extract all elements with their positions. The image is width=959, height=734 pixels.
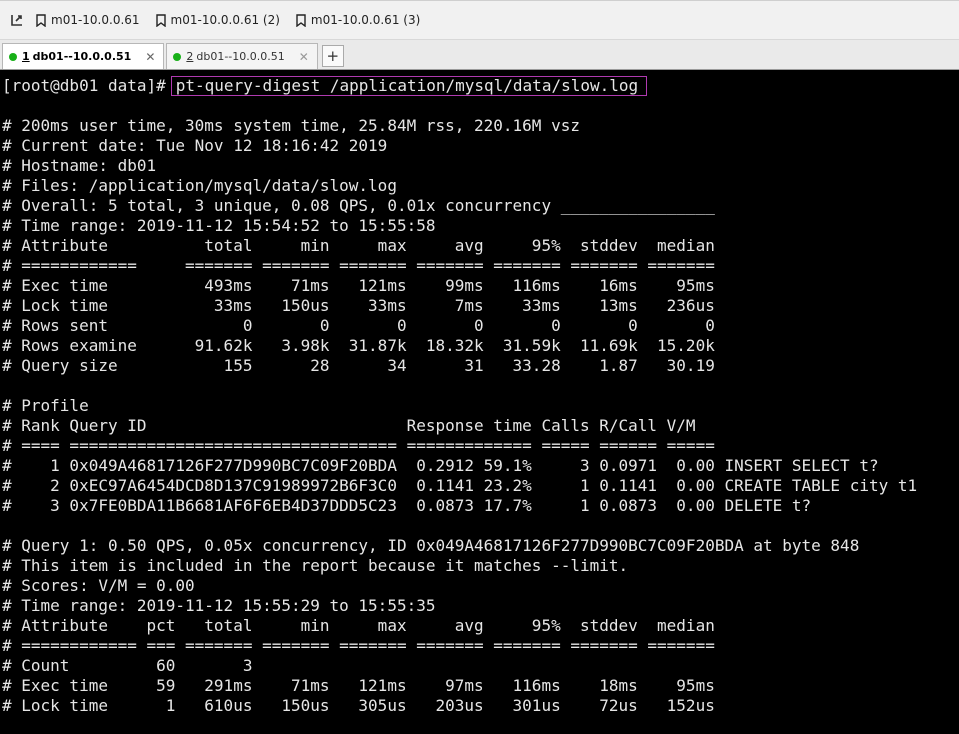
tab-label: db01--10.0.0.51 xyxy=(196,50,285,63)
session-tab-1[interactable]: 1 db01--10.0.0.51 ✕ xyxy=(2,43,165,69)
terminal-line: # This item is included in the report be… xyxy=(2,556,629,575)
terminal-line: # Attribute total min max avg 95% stddev… xyxy=(2,236,715,255)
bookmark-bar: m01-10.0.0.61 m01-10.0.0.61 (2) m01-10.0… xyxy=(0,0,959,40)
terminal-line: # Attribute pct total min max avg 95% st… xyxy=(2,616,715,635)
terminal-line: # Profile xyxy=(2,396,89,415)
terminal-line: # Lock time 1 610us 150us 305us 203us 30… xyxy=(2,696,715,715)
bookmark-label: m01-10.0.0.61 (2) xyxy=(170,13,280,27)
close-tab-icon[interactable]: ✕ xyxy=(145,50,155,64)
bookmark-icon xyxy=(36,13,46,27)
terminal-line: # Files: /application/mysql/data/slow.lo… xyxy=(2,176,397,195)
tab-number: 2 xyxy=(186,50,194,63)
terminal-line: # Overall: 5 total, 3 unique, 0.08 QPS, … xyxy=(2,196,715,215)
terminal-line: # ============ ======= ======= ======= =… xyxy=(2,256,715,275)
bookmark-label: m01-10.0.0.61 (3) xyxy=(310,13,421,27)
connected-status-icon xyxy=(173,52,182,61)
bookmark-icon xyxy=(296,13,306,27)
terminal-line: # ============ === ======= ======= =====… xyxy=(2,636,715,655)
terminal-line: # Exec time 59 291ms 71ms 121ms 97ms 116… xyxy=(2,676,715,695)
tab-number: 1 xyxy=(22,50,30,63)
terminal-line: # Count 60 3 xyxy=(2,656,253,675)
connected-status-icon xyxy=(9,52,17,61)
shell-prompt: [root@db01 data]# xyxy=(2,76,166,95)
terminal-line: # Rows examine 91.62k 3.98k 31.87k 18.32… xyxy=(2,336,715,355)
tab-label: db01--10.0.0.51 xyxy=(32,50,132,63)
terminal-line: # 2 0xEC97A6454DCD8D137C91989972B6F3C0 0… xyxy=(2,476,918,495)
session-tab-2[interactable]: 2 db01--10.0.0.51 ✕ xyxy=(166,43,318,69)
connect-arrow-icon[interactable] xyxy=(10,13,24,27)
terminal-line: # Scores: V/M = 0.00 xyxy=(2,576,195,595)
command-line: [root@db01 data]# pt-query-digest /applic… xyxy=(2,76,917,96)
terminal-app: m01-10.0.0.61 m01-10.0.0.61 (2) m01-10.0… xyxy=(0,0,959,734)
bookmark-icon xyxy=(155,13,166,27)
terminal-line: # Query size 155 28 34 31 33.28 1.87 30.… xyxy=(2,356,715,375)
session-tab-bar: 1 db01--10.0.0.51 ✕ 2 db01--10.0.0.51 ✕ … xyxy=(0,40,959,70)
terminal-line: # Current date: Tue Nov 12 18:16:42 2019 xyxy=(2,136,388,155)
bookmark-item[interactable]: m01-10.0.0.61 (2) xyxy=(155,13,280,27)
terminal-line: # ==== =================================… xyxy=(2,436,715,455)
terminal-line: # 200ms user time, 30ms system time, 25.… xyxy=(2,116,580,135)
terminal-line: # Time range: 2019-11-12 15:54:52 to 15:… xyxy=(2,216,436,235)
bookmark-label: m01-10.0.0.61 xyxy=(51,13,140,27)
bookmark-item[interactable]: m01-10.0.0.61 (3) xyxy=(296,13,420,27)
terminal-line: # 3 0x7FE0BDA11B6681AF6F6EB4D37DDD5C23 0… xyxy=(2,496,812,515)
terminal-line: # 1 0x049A46817126F277D990BC7C09F20BDA 0… xyxy=(2,456,879,475)
terminal-line: # Time range: 2019-11-12 15:55:29 to 15:… xyxy=(2,596,436,615)
terminal-lines: [root@db01 data]# pt-query-digest /applic… xyxy=(2,76,917,716)
terminal-line: # Rows sent 0 0 0 0 0 0 0 xyxy=(2,316,715,335)
terminal-line: # Query 1: 0.50 QPS, 0.05x concurrency, … xyxy=(2,536,860,555)
new-tab-button[interactable]: + xyxy=(321,45,344,67)
terminal-line: # Exec time 493ms 71ms 121ms 99ms 116ms … xyxy=(2,276,715,295)
terminal-line: # Rank Query ID Response time Calls R/Ca… xyxy=(2,416,696,435)
bookmark-item[interactable]: m01-10.0.0.61 xyxy=(36,13,140,27)
command-text: pt-query-digest /application/mysql/data/… xyxy=(170,76,648,96)
terminal-output[interactable]: [root@db01 data]# pt-query-digest /applic… xyxy=(0,73,959,734)
close-tab-icon[interactable]: ✕ xyxy=(299,50,309,64)
terminal-line: # Lock time 33ms 150us 33ms 7ms 33ms 13m… xyxy=(2,296,715,315)
terminal-line: # Hostname: db01 xyxy=(2,156,157,175)
